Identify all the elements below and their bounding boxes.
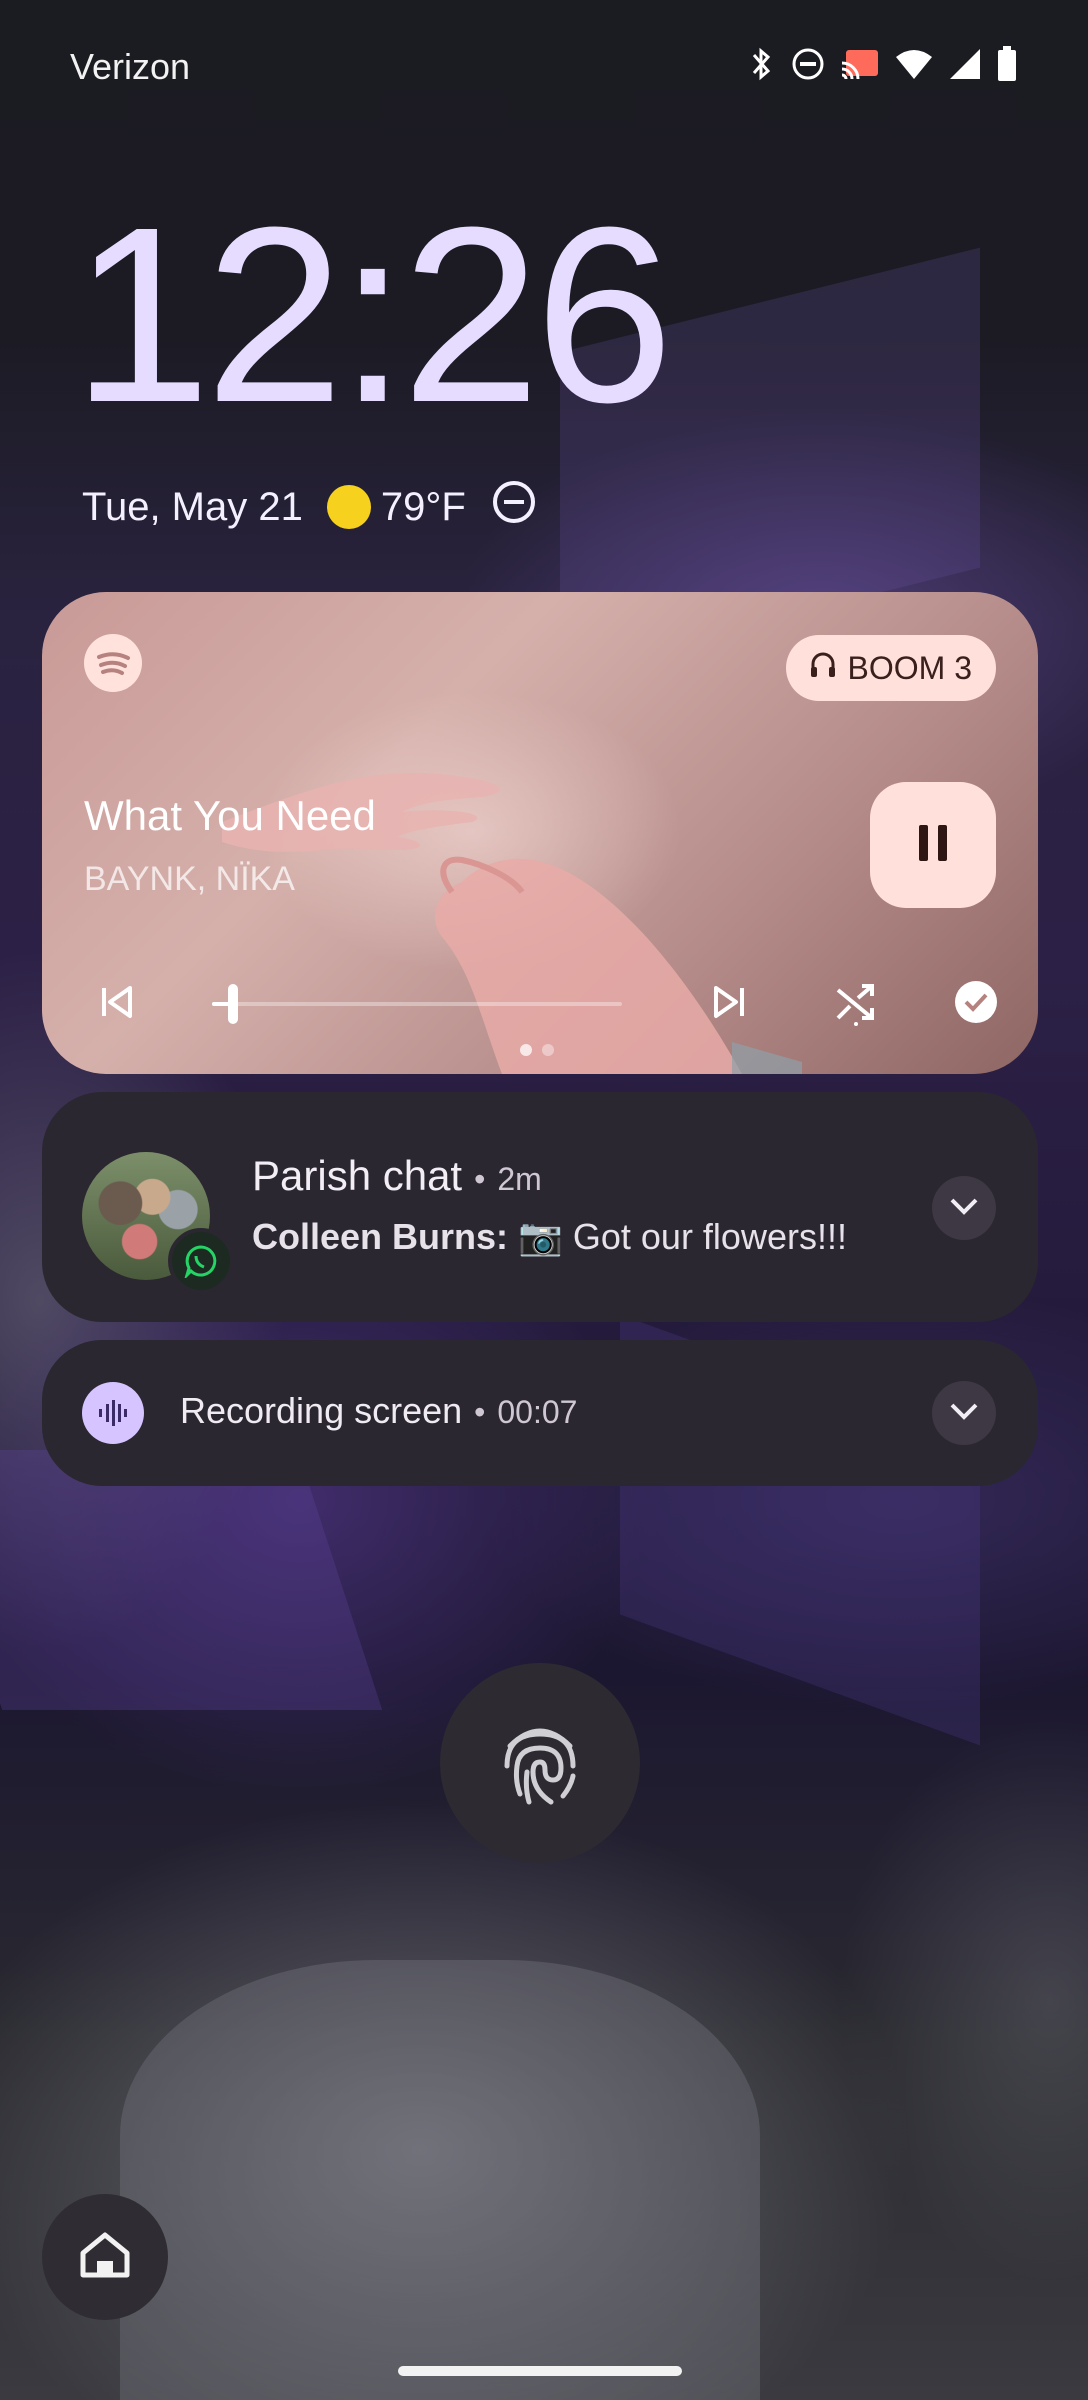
recording-text-row: Recording screen • 00:07: [180, 1390, 577, 1432]
shuffle-button[interactable]: [824, 972, 888, 1036]
next-button[interactable]: [698, 972, 762, 1036]
liked-check-icon: [954, 980, 998, 1029]
pause-icon: [915, 823, 951, 868]
pause-button[interactable]: [870, 782, 996, 908]
media-page-indicator: [520, 1044, 554, 1056]
status-icons: [746, 46, 1018, 82]
wallpaper-crystal: [120, 1960, 760, 2400]
carrier-name: Verizon: [70, 46, 191, 87]
previous-icon: [96, 982, 136, 1027]
do-not-disturb-icon[interactable]: [490, 478, 538, 536]
date-label: Tue, May 21: [82, 484, 303, 529]
expand-button[interactable]: [932, 1176, 996, 1240]
next-icon: [710, 982, 750, 1027]
message-sender: Colleen Burns:: [252, 1216, 509, 1257]
notification-title-row: Parish chat • 2m: [252, 1152, 542, 1200]
seek-bar-thumb[interactable]: [227, 984, 238, 1024]
chevron-down-icon: [949, 1401, 979, 1426]
seek-bar[interactable]: [212, 984, 622, 1024]
notification-separator: •: [474, 1161, 486, 1197]
home-icon: [77, 2227, 133, 2288]
headphones-icon: [810, 650, 836, 687]
track-title: What You Need: [84, 792, 376, 839]
wallpaper-crystal: [0, 1450, 383, 1710]
whatsapp-icon: [168, 1228, 234, 1294]
fingerprint-icon: [485, 1706, 595, 1821]
previous-button[interactable]: [84, 972, 148, 1036]
navigation-handle[interactable]: [398, 2366, 682, 2376]
media-player-card[interactable]: BOOM 3 What You Need BAYNK, NÏKA: [42, 592, 1038, 1074]
chevron-down-icon: [949, 1196, 979, 1221]
fingerprint-sensor[interactable]: [440, 1663, 640, 1863]
output-device-label: BOOM 3: [847, 649, 972, 686]
bluetooth-icon: [746, 46, 776, 82]
media-controls: [42, 972, 1038, 1052]
notification-screen-recording[interactable]: Recording screen • 00:07: [42, 1340, 1038, 1486]
screen-record-icon: [82, 1382, 144, 1444]
message-text: 📷 Got our flowers!!!: [518, 1216, 847, 1257]
page-dot: [542, 1044, 554, 1056]
battery-icon: [996, 46, 1018, 82]
shuffle-icon: [832, 978, 880, 1031]
date-weather-row[interactable]: Tue, May 21 79°F: [82, 478, 538, 536]
wifi-icon: [894, 47, 934, 81]
lockscreen-clock: 12:26: [72, 175, 674, 454]
notification-title: Parish chat: [252, 1152, 463, 1199]
notification-message-row: Colleen Burns: 📷 Got our flowers!!!: [252, 1216, 847, 1258]
recording-time: 00:07: [497, 1394, 578, 1430]
output-device-chip[interactable]: BOOM 3: [785, 635, 996, 701]
cast-icon: [840, 47, 880, 81]
notification-parish-chat[interactable]: Parish chat • 2m Colleen Burns: 📷 Got ou…: [42, 1092, 1038, 1322]
recording-separator: •: [474, 1394, 486, 1430]
recording-title: Recording screen: [180, 1390, 463, 1431]
cell-signal-icon: [948, 47, 982, 81]
sun-icon: [326, 485, 371, 529]
weather[interactable]: 79°F: [326, 484, 466, 530]
expand-button[interactable]: [932, 1381, 996, 1445]
spotify-icon[interactable]: [84, 634, 142, 692]
temperature-label: 79°F: [380, 484, 466, 529]
like-button[interactable]: [944, 972, 1008, 1036]
page-dot: [520, 1044, 532, 1056]
notification-time: 2m: [497, 1161, 542, 1197]
status-bar: Verizon: [0, 0, 1088, 130]
do-not-disturb-icon: [790, 46, 826, 82]
track-artist: BAYNK, NÏKA: [84, 860, 295, 898]
home-controls-button[interactable]: [42, 2194, 168, 2320]
